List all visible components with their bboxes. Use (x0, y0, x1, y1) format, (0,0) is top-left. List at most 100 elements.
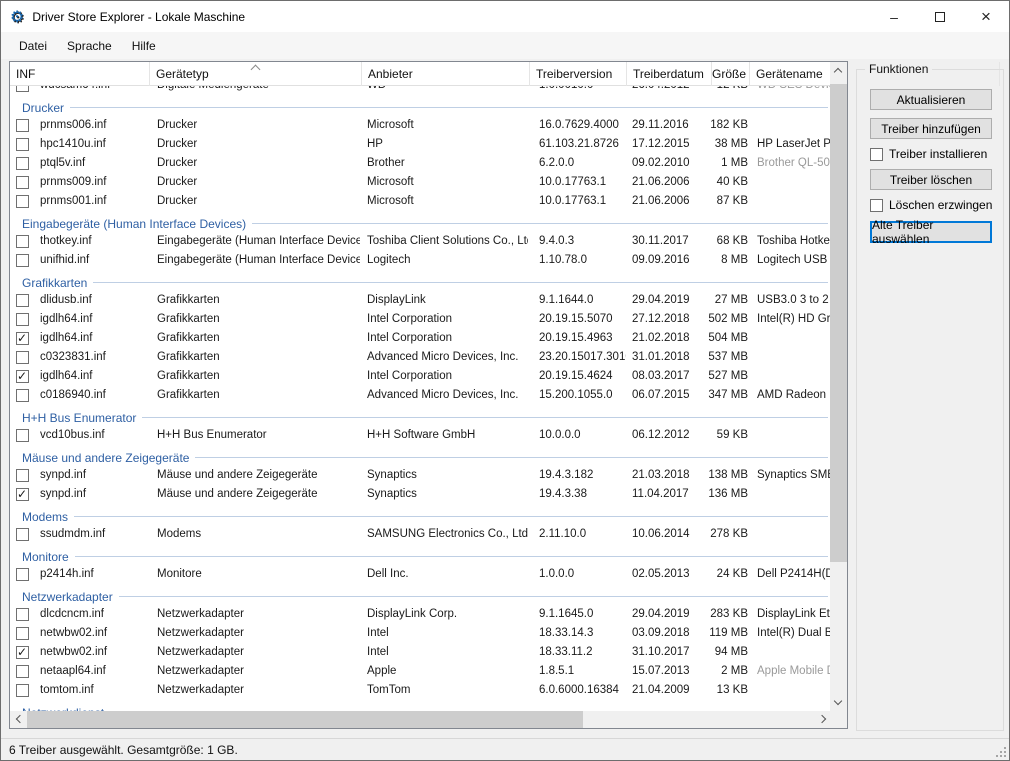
scroll-up-button[interactable] (830, 62, 847, 79)
row-checkbox[interactable] (16, 294, 29, 307)
driver-row[interactable]: netaapl64.infNetzwerkadapterApple1.8.5.1… (10, 662, 832, 681)
group-label: Monitore (22, 550, 69, 564)
scroll-down-button[interactable] (830, 694, 847, 711)
cell-size: 537 MB (686, 348, 748, 367)
list-header: INFGerätetypAnbieterTreiberversionTreibe… (10, 62, 847, 86)
add-driver-button[interactable]: Treiber hinzufügen (870, 118, 992, 139)
row-checkbox-checked[interactable] (16, 370, 29, 383)
row-checkbox[interactable] (16, 176, 29, 189)
row-checkbox[interactable] (16, 528, 29, 541)
cell-version: 23.20.15017.3010 (539, 348, 626, 367)
menu-hilfe[interactable]: Hilfe (122, 35, 166, 57)
cell-inf: prnms001.inf (40, 192, 146, 211)
row-checkbox[interactable] (16, 351, 29, 364)
menu-sprache[interactable]: Sprache (57, 35, 122, 57)
close-button[interactable]: × (963, 1, 1009, 32)
driver-row[interactable]: wdcsam64.infDigitale MediengeräteWD1.0.0… (10, 86, 832, 95)
minimize-button[interactable]: – (871, 1, 917, 32)
row-checkbox[interactable] (16, 469, 29, 482)
cell-device (757, 348, 832, 367)
chevron-left-icon (16, 715, 24, 723)
row-checkbox[interactable] (16, 429, 29, 442)
column-header-treiberversion[interactable]: Treiberversion (530, 62, 627, 86)
row-checkbox[interactable] (16, 627, 29, 640)
partially-scrolled-row[interactable]: wdcsam64.infDigitale MediengeräteWD1.0.0… (10, 86, 832, 95)
cell-type: Drucker (157, 135, 360, 154)
force-delete-checkbox[interactable]: Löschen erzwingen (870, 198, 992, 212)
row-checkbox[interactable] (16, 568, 29, 581)
driver-row[interactable]: igdlh64.infGrafikkartenIntel Corporation… (10, 329, 832, 348)
driver-row[interactable]: unifhid.infEingabegeräte (Human Interfac… (10, 251, 832, 270)
driver-row[interactable]: dlcdcncm.infNetzwerkadapterDisplayLink C… (10, 605, 832, 624)
scroll-left-button[interactable] (10, 711, 27, 728)
group-label: Eingabegeräte (Human Interface Devices) (22, 217, 246, 231)
driver-row[interactable]: c0186940.infGrafikkartenAdvanced Micro D… (10, 386, 832, 405)
checkbox-icon (870, 148, 883, 161)
cell-vendor: H+H Software GmbH (367, 426, 528, 445)
column-header-anbieter[interactable]: Anbieter (362, 62, 530, 86)
cell-vendor: WD (367, 86, 528, 95)
row-checkbox[interactable] (16, 389, 29, 402)
vertical-scrollbar[interactable] (830, 62, 847, 711)
driver-row[interactable]: igdlh64.infGrafikkartenIntel Corporation… (10, 310, 832, 329)
driver-row[interactable]: hpc1410u.infDruckerHP61.103.21.872617.12… (10, 135, 832, 154)
cell-size: 68 KB (686, 232, 748, 251)
maximize-button[interactable] (917, 1, 963, 32)
driver-row[interactable]: igdlh64.infGrafikkartenIntel Corporation… (10, 367, 832, 386)
driver-row[interactable]: tomtom.infNetzwerkadapterTomTom6.0.6000.… (10, 681, 832, 700)
horizontal-scrollbar[interactable] (10, 711, 832, 728)
cell-device: Dell P2414H(Dig (757, 565, 832, 584)
cell-version: 10.0.0.0 (539, 426, 626, 445)
column-header-gr-e[interactable]: Größe (712, 62, 750, 86)
column-header-treiberdatum[interactable]: Treiberdatum (627, 62, 712, 86)
delete-driver-button[interactable]: Treiber löschen (870, 169, 992, 190)
driver-row[interactable]: dlidusb.infGrafikkartenDisplayLink9.1.16… (10, 291, 832, 310)
cell-device: HP LaserJet Pro (757, 135, 832, 154)
row-checkbox[interactable] (16, 138, 29, 151)
row-checkbox[interactable] (16, 313, 29, 326)
install-driver-checkbox[interactable]: Treiber installieren (870, 147, 987, 161)
driver-row[interactable]: vcd10bus.infH+H Bus EnumeratorH+H Softwa… (10, 426, 832, 445)
cell-version: 18.33.11.2 (539, 643, 626, 662)
cell-type: Netzwerkadapter (157, 681, 360, 700)
row-checkbox-checked[interactable] (16, 332, 29, 345)
driver-row[interactable]: prnms006.infDruckerMicrosoft16.0.7629.40… (10, 116, 832, 135)
cell-version: 18.33.14.3 (539, 624, 626, 643)
driver-row[interactable]: synpd.infMäuse und andere ZeigegeräteSyn… (10, 466, 832, 485)
driver-row[interactable]: netwbw02.infNetzwerkadapterIntel18.33.11… (10, 643, 832, 662)
row-checkbox[interactable] (16, 665, 29, 678)
refresh-button[interactable]: Aktualisieren (870, 89, 992, 110)
driver-row[interactable]: prnms009.infDruckerMicrosoft10.0.17763.1… (10, 173, 832, 192)
cell-vendor: Microsoft (367, 116, 528, 135)
resize-grip-icon[interactable] (994, 745, 1006, 757)
driver-row[interactable]: ssudmdm.infModemsSAMSUNG Electronics Co.… (10, 525, 832, 544)
row-checkbox[interactable] (16, 235, 29, 248)
row-checkbox[interactable] (16, 86, 29, 92)
row-checkbox[interactable] (16, 195, 29, 208)
driver-row[interactable]: netwbw02.infNetzwerkadapterIntel18.33.14… (10, 624, 832, 643)
cell-vendor: DisplayLink (367, 291, 528, 310)
row-checkbox[interactable] (16, 157, 29, 170)
row-checkbox[interactable] (16, 254, 29, 267)
driver-row[interactable]: ptql5v.infDruckerBrother6.2.0.009.02.201… (10, 154, 832, 173)
row-checkbox-checked[interactable] (16, 488, 29, 501)
driver-row[interactable]: thotkey.infEingabegeräte (Human Interfac… (10, 232, 832, 251)
cell-type: Eingabegeräte (Human Interface Devices) (157, 251, 360, 270)
row-checkbox-checked[interactable] (16, 646, 29, 659)
driver-row[interactable]: synpd.infMäuse und andere ZeigegeräteSyn… (10, 485, 832, 504)
cell-device (757, 173, 832, 192)
column-header-inf[interactable]: INF (10, 62, 150, 86)
select-old-drivers-button[interactable]: Alte Treiber auswählen (870, 221, 992, 243)
vertical-scroll-thumb[interactable] (830, 84, 847, 562)
horizontal-scroll-thumb[interactable] (27, 711, 583, 728)
row-checkbox[interactable] (16, 608, 29, 621)
cell-size: 504 MB (686, 329, 748, 348)
menu-datei[interactable]: Datei (9, 35, 57, 57)
row-checkbox[interactable] (16, 684, 29, 697)
group-divider-line (70, 107, 828, 108)
driver-row[interactable]: p2414h.infMonitoreDell Inc.1.0.0.002.05.… (10, 565, 832, 584)
row-checkbox[interactable] (16, 119, 29, 132)
driver-row[interactable]: c0323831.infGrafikkartenAdvanced Micro D… (10, 348, 832, 367)
maximize-icon (935, 12, 945, 22)
driver-row[interactable]: prnms001.infDruckerMicrosoft10.0.17763.1… (10, 192, 832, 211)
